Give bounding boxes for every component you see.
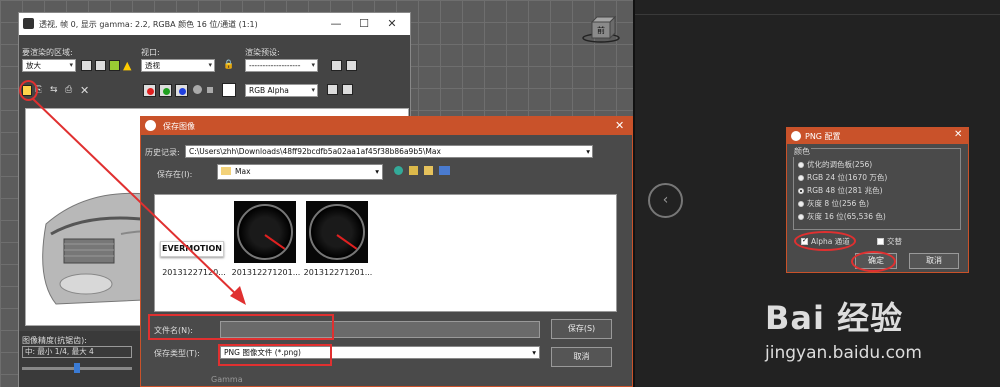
annotation-arrow [31,97,246,305]
color-group-label: 颜色 [793,146,811,157]
